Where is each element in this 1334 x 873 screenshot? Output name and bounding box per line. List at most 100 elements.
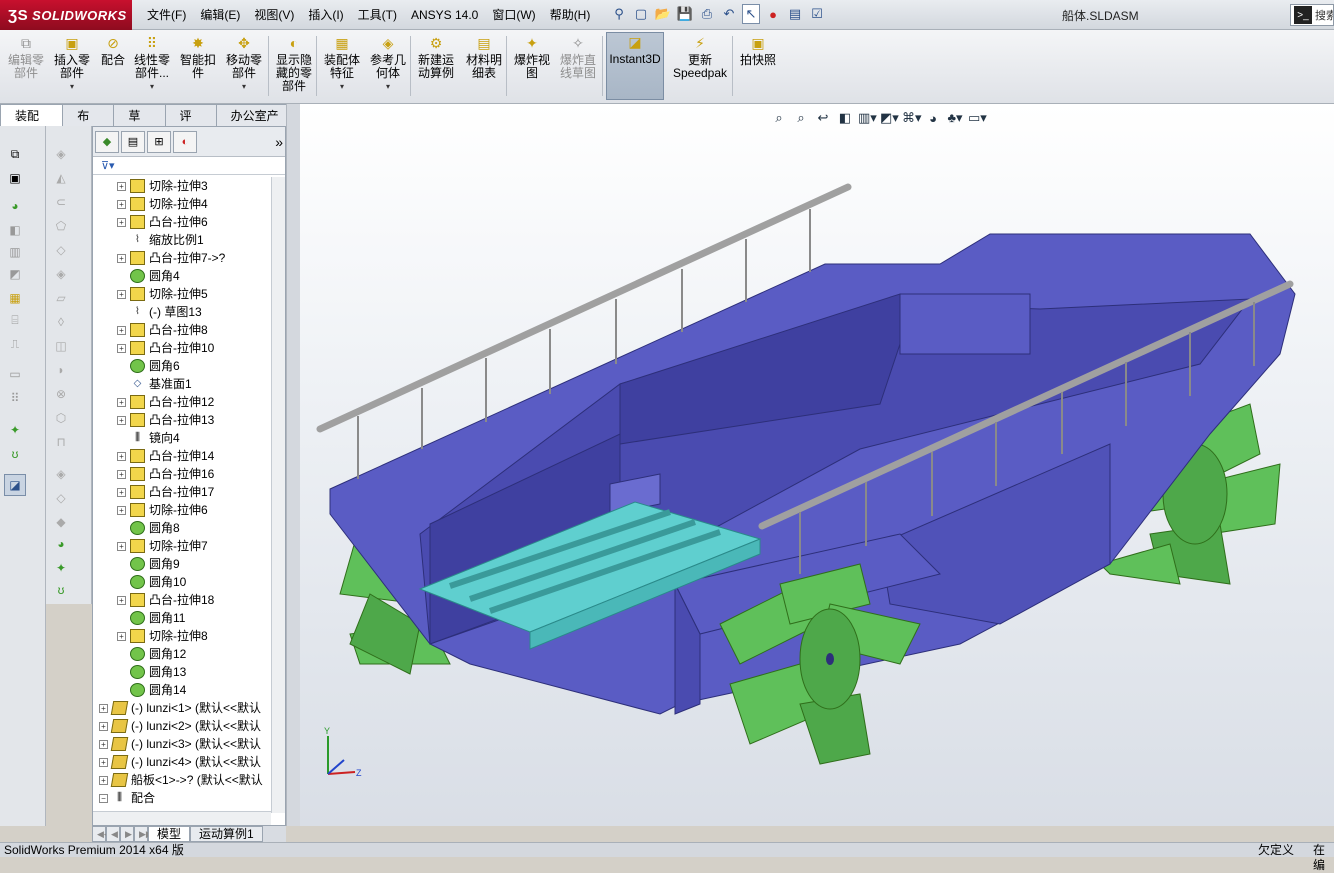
move-component-button[interactable]: ✥ 移动零 部件 ▾ <box>222 34 266 100</box>
cut-icon[interactable]: ◈ <box>52 266 70 282</box>
display-manager-tab-icon[interactable]: ◐ <box>173 130 197 153</box>
expand-toggle-icon[interactable]: + <box>117 631 126 641</box>
tab-nav-arrow-icon[interactable]: ▶▶ <box>134 826 153 842</box>
tree-item[interactable]: +⫼镜向4 <box>93 429 271 447</box>
tab-nav-arrow-icon[interactable]: ◀◀ <box>92 826 111 842</box>
instant3d-button[interactable]: ◪ Instant3D <box>606 32 664 100</box>
dome-icon[interactable]: ◗ <box>52 362 70 378</box>
wrap-icon[interactable]: ⊗ <box>52 386 70 402</box>
property-manager-tab-icon[interactable]: ▤ <box>121 130 145 153</box>
new-file-icon[interactable]: ▢ <box>632 4 650 24</box>
pattern-icon[interactable]: ⌸ <box>6 312 24 328</box>
tree-vertical-scrollbar[interactable] <box>271 177 285 813</box>
edit-component-button[interactable]: ⧉ 编辑零 部件 <box>4 34 48 100</box>
solidworks-logo[interactable]: ƷS SOLIDWORKS <box>0 0 132 30</box>
sketch-icon[interactable]: ◈ <box>52 146 70 162</box>
grid-icon[interactable]: ⠿ <box>6 390 24 406</box>
bottom-tab-0[interactable]: 模型 <box>148 826 191 842</box>
curve-tool-icon[interactable]: ʊ <box>52 582 70 598</box>
tree-horizontal-scrollbar[interactable] <box>93 811 271 825</box>
menu-item-1[interactable]: 编辑(E) <box>193 0 247 30</box>
expand-toggle-icon[interactable]: + <box>117 469 126 479</box>
tab-2[interactable]: 草图 <box>113 104 166 145</box>
mate-button[interactable]: ⊘ 配合 <box>98 34 128 100</box>
tree-item[interactable]: + 切除-拉伸5 <box>93 285 271 303</box>
update-speedpak-button[interactable]: ⚡ 更新 Speedpak <box>670 34 730 100</box>
instant3d-icon[interactable]: ◪ <box>4 474 26 496</box>
show-hidden-button[interactable]: ◐ 显示隐 藏的零 部件 <box>272 34 316 100</box>
tree-item[interactable]: + 切除-拉伸6 <box>93 501 271 519</box>
tab-nav-arrow-icon[interactable]: ◀ <box>106 826 120 842</box>
expand-toggle-icon[interactable]: + <box>117 217 126 227</box>
tree-item[interactable]: +圆角4 <box>93 267 271 285</box>
tree-item[interactable]: + 凸台-拉伸17 <box>93 483 271 501</box>
expand-toggle-icon[interactable]: + <box>99 739 108 749</box>
tab-1[interactable]: 布局 <box>62 104 115 145</box>
tree-item[interactable]: +圆角10 <box>93 573 271 591</box>
expand-toggle-icon[interactable]: + <box>117 289 126 299</box>
assembly-feature-button[interactable]: ▦ 装配体 特征 ▾ <box>320 34 364 100</box>
tree-item[interactable]: + 切除-拉伸4 <box>93 195 271 213</box>
pin-icon[interactable]: ⚲ <box>610 4 628 24</box>
feature-icon[interactable]: ◧ <box>6 222 24 238</box>
tree-filter[interactable]: ⊽▾ <box>93 157 285 175</box>
boundary-icon[interactable]: ◇ <box>52 242 70 258</box>
config-manager-tab-icon[interactable]: ⊞ <box>147 130 171 153</box>
file-properties-icon[interactable]: ▤ <box>786 4 804 24</box>
insert-component-button[interactable]: ▣ 插入零 部件 ▾ <box>50 34 94 100</box>
assembly-icon[interactable]: ▦ <box>6 290 24 306</box>
expand-toggle-icon[interactable]: + <box>117 325 126 335</box>
tab-0[interactable]: 装配体 <box>0 104 64 145</box>
expand-toggle-icon[interactable]: + <box>117 343 126 353</box>
tree-item[interactable]: + (-) lunzi<2> (默认<<默认 <box>93 717 271 735</box>
dropdown-arrow-icon[interactable]: ▾ <box>386 80 390 93</box>
expand-toggle-icon[interactable]: + <box>117 181 126 191</box>
menu-item-3[interactable]: 插入(I) <box>301 0 350 30</box>
tab-nav-arrow-icon[interactable]: ▶ <box>120 826 134 842</box>
tree-item[interactable]: +圆角8 <box>93 519 271 537</box>
tree-item[interactable]: +圆角14 <box>93 681 271 699</box>
expand-toggle-icon[interactable]: + <box>117 505 126 515</box>
menu-item-0[interactable]: 文件(F) <box>140 0 193 30</box>
menu-item-7[interactable]: 帮助(H) <box>543 0 598 30</box>
bottom-tab-1[interactable]: 运动算例1 <box>190 826 263 842</box>
traffic-light-icon[interactable]: ● <box>764 4 782 24</box>
expand-toggle-icon[interactable]: + <box>99 775 108 785</box>
menu-item-5[interactable]: ANSYS 14.0 <box>404 0 485 30</box>
explode-line-sketch-button[interactable]: ✧ 爆炸直 线草图 <box>556 34 600 100</box>
tree-item[interactable]: + 凸台-拉伸6 <box>93 213 271 231</box>
tree-item[interactable]: +圆角11 <box>93 609 271 627</box>
tree-item[interactable]: + 凸台-拉伸10 <box>93 339 271 357</box>
panel-splitter[interactable] <box>286 104 300 826</box>
tree-item[interactable]: +圆角13 <box>93 663 271 681</box>
exploded-view-button[interactable]: ✦ 爆炸视 图 <box>510 34 554 100</box>
part-icon[interactable]: ▥ <box>6 244 24 260</box>
tree-item[interactable]: + 船板<1>->? (默认<<默认 <box>93 771 271 789</box>
expand-toggle-icon[interactable]: + <box>117 415 126 425</box>
menu-item-2[interactable]: 视图(V) <box>247 0 301 30</box>
combine-icon[interactable]: ◇ <box>52 490 70 506</box>
tree-item[interactable]: +圆角12 <box>93 645 271 663</box>
intersect-icon[interactable]: ⬡ <box>52 410 70 426</box>
point-icon[interactable]: ✦ <box>52 560 70 576</box>
tree-item[interactable]: +圆角6 <box>93 357 271 375</box>
expand-panel-icon[interactable]: » <box>275 134 283 150</box>
tree-item[interactable]: +⌇(-) 草图13 <box>93 303 271 321</box>
tree-item[interactable]: + 切除-拉伸3 <box>93 177 271 195</box>
tree-item[interactable]: + 切除-拉伸8 <box>93 627 271 645</box>
tree-item[interactable]: + 凸台-拉伸12 <box>93 393 271 411</box>
dropdown-arrow-icon[interactable]: ▾ <box>340 80 344 93</box>
undo-icon[interactable]: ↶ <box>720 4 738 24</box>
save-icon[interactable]: 💾 <box>676 4 694 24</box>
reference-geometry-button[interactable]: ◈ 参考几 何体 ▾ <box>366 34 410 100</box>
fillet-feature-icon[interactable]: ◕ <box>52 536 70 552</box>
delete-body-icon[interactable]: ◆ <box>52 514 70 530</box>
tree-item[interactable]: + 凸台-拉伸16 <box>93 465 271 483</box>
expand-toggle-icon[interactable]: + <box>99 721 108 731</box>
tree-item[interactable]: +◇基准面1 <box>93 375 271 393</box>
expand-toggle-icon[interactable]: + <box>117 397 126 407</box>
tree-item[interactable]: + 切除-拉伸7 <box>93 537 271 555</box>
smart-fastener-button[interactable]: ✸ 智能扣 件 <box>178 34 218 100</box>
extrude-icon[interactable]: ◩ <box>6 266 24 282</box>
expand-toggle-icon[interactable]: + <box>117 253 126 263</box>
